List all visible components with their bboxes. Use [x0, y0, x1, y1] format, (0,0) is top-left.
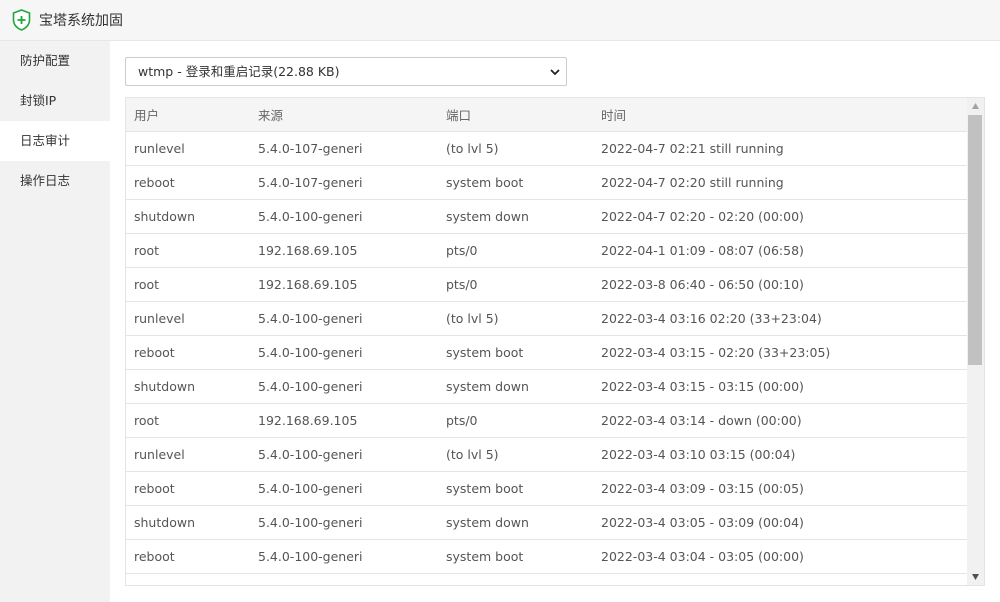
- table-row: runlevel 5.4.0-107-generi (to lvl 5) 2022-0…: [126, 131, 968, 166]
- cell-source: 192.168.69.105: [250, 233, 438, 268]
- cell-user: runlevel: [126, 437, 250, 472]
- cell-source: 5.4.0-100-generi: [250, 301, 438, 336]
- cell-time: 2022-03-4 03:09 - 03:15 (00:05): [593, 471, 968, 506]
- cell-source: 5.4.0-100-generi: [250, 505, 438, 540]
- table-row: shutdown 5.4.0-100-generi system down 2022-…: [126, 505, 968, 540]
- vertical-scrollbar[interactable]: [967, 98, 984, 585]
- cell-time: 2022-03-8 06:40 - 06:50 (00:10): [593, 267, 968, 302]
- cell-time: 2022-03-4 03:15 - 03:15 (00:00): [593, 369, 968, 404]
- table-row: reboot 5.4.0-100-generi system boot 2022-03…: [126, 471, 968, 506]
- cell-port: pts/0: [438, 403, 593, 438]
- table-row: root 192.168.69.105 pts/0 2022-04-1 01:09 -…: [126, 233, 968, 268]
- cell-time: 2022-04-1 01:09 - 08:07 (06:58): [593, 233, 968, 268]
- table-row: reboot 5.4.0-100-generi system boot 2022-03…: [126, 539, 968, 574]
- table-row: reboot 5.4.0-107-generi system boot 2022-04…: [126, 165, 968, 200]
- table-row: reboot 5.4.0-100-generi system boot 2022-03…: [126, 335, 968, 370]
- cell-user: root: [126, 233, 250, 268]
- main-panel: wtmp - 登录和重启记录(22.88 KB) 用户 来源 端口 时间 run…: [110, 41, 1000, 602]
- cell-source: 192.168.69.105: [250, 403, 438, 438]
- cell-port: system down: [438, 199, 593, 234]
- log-table: 用户 来源 端口 时间 runlevel 5.4.0-107-generi (to …: [126, 98, 968, 574]
- cell-port: system boot: [438, 335, 593, 370]
- cell-source: 5.4.0-100-generi: [250, 471, 438, 506]
- cell-user: shutdown: [126, 505, 250, 540]
- cell-time: 2022-04-7 02:21 still running: [593, 131, 968, 166]
- table-row: runlevel 5.4.0-100-generi (to lvl 5) 2022-0…: [126, 437, 968, 472]
- sidebar-item-log-audit[interactable]: 日志审计: [0, 121, 110, 161]
- cell-port: system down: [438, 369, 593, 404]
- cell-port: pts/0: [438, 267, 593, 302]
- cell-user: reboot: [126, 471, 250, 506]
- cell-user: shutdown: [126, 199, 250, 234]
- cell-source: 5.4.0-107-generi: [250, 165, 438, 200]
- cell-time: 2022-04-7 02:20 - 02:20 (00:00): [593, 199, 968, 234]
- cell-port: system boot: [438, 165, 593, 200]
- cell-user: runlevel: [126, 301, 250, 336]
- cell-user: reboot: [126, 165, 250, 200]
- sidebar-item-blocked-ip[interactable]: 封锁IP: [0, 81, 110, 121]
- column-header-port: 端口: [438, 98, 593, 132]
- cell-user: root: [126, 267, 250, 302]
- cell-port: (to lvl 5): [438, 301, 593, 336]
- table-row: shutdown 5.4.0-100-generi system down 2022-…: [126, 369, 968, 404]
- cell-port: system down: [438, 505, 593, 540]
- cell-source: 5.4.0-100-generi: [250, 437, 438, 472]
- scrollbar-thumb[interactable]: [968, 115, 982, 365]
- log-file-select[interactable]: wtmp - 登录和重启记录(22.88 KB): [125, 57, 567, 86]
- cell-time: 2022-03-4 03:16 02:20 (33+23:04): [593, 301, 968, 336]
- cell-source: 5.4.0-100-generi: [250, 199, 438, 234]
- cell-source: 5.4.0-107-generi: [250, 131, 438, 166]
- scroll-down-arrow-icon[interactable]: [971, 573, 980, 581]
- sidebar: 防护配置 封锁IP 日志审计 操作日志: [0, 41, 110, 602]
- cell-source: 5.4.0-100-generi: [250, 539, 438, 574]
- cell-port: pts/0: [438, 233, 593, 268]
- cell-source: 5.4.0-100-generi: [250, 335, 438, 370]
- table-header-row: 用户 来源 端口 时间: [126, 98, 968, 132]
- cell-port: (to lvl 5): [438, 437, 593, 472]
- cell-time: 2022-03-4 03:15 - 02:20 (33+23:05): [593, 335, 968, 370]
- column-header-source: 来源: [250, 98, 438, 132]
- table-row: runlevel 5.4.0-100-generi (to lvl 5) 2022-0…: [126, 301, 968, 336]
- chevron-down-icon: [550, 69, 560, 76]
- cell-time: 2022-03-4 03:14 - down (00:00): [593, 403, 968, 438]
- cell-source: 5.4.0-100-generi: [250, 369, 438, 404]
- cell-time: 2022-03-4 03:10 03:15 (00:04): [593, 437, 968, 472]
- cell-user: root: [126, 403, 250, 438]
- column-header-user: 用户: [126, 98, 250, 132]
- scroll-up-arrow-icon[interactable]: [971, 102, 980, 110]
- cell-port: system boot: [438, 539, 593, 574]
- sidebar-item-operation-log[interactable]: 操作日志: [0, 161, 110, 201]
- cell-port: (to lvl 5): [438, 131, 593, 166]
- cell-user: reboot: [126, 335, 250, 370]
- column-header-time: 时间: [593, 98, 968, 132]
- cell-time: 2022-03-4 03:05 - 03:09 (00:04): [593, 505, 968, 540]
- table-body: runlevel 5.4.0-107-generi (to lvl 5) 2022-0…: [126, 131, 968, 574]
- app-title: 宝塔系统加固: [39, 13, 123, 29]
- cell-source: 192.168.69.105: [250, 267, 438, 302]
- sidebar-item-protection-config[interactable]: 防护配置: [0, 41, 110, 81]
- title-bar: 宝塔系统加固: [0, 0, 1000, 41]
- log-table-container: 用户 来源 端口 时间 runlevel 5.4.0-107-generi (to …: [125, 97, 985, 586]
- table-row: shutdown 5.4.0-100-generi system down 2022-…: [126, 199, 968, 234]
- cell-time: 2022-03-4 03:04 - 03:05 (00:00): [593, 539, 968, 574]
- table-row: root 192.168.69.105 pts/0 2022-03-4 03:14 -…: [126, 403, 968, 438]
- cell-port: system boot: [438, 471, 593, 506]
- shield-plus-icon: [12, 9, 31, 31]
- cell-user: reboot: [126, 539, 250, 574]
- cell-user: runlevel: [126, 131, 250, 166]
- cell-user: shutdown: [126, 369, 250, 404]
- log-file-select-value: wtmp - 登录和重启记录(22.88 KB): [138, 64, 340, 79]
- table-row: root 192.168.69.105 pts/0 2022-03-8 06:40 -…: [126, 267, 968, 302]
- cell-time: 2022-04-7 02:20 still running: [593, 165, 968, 200]
